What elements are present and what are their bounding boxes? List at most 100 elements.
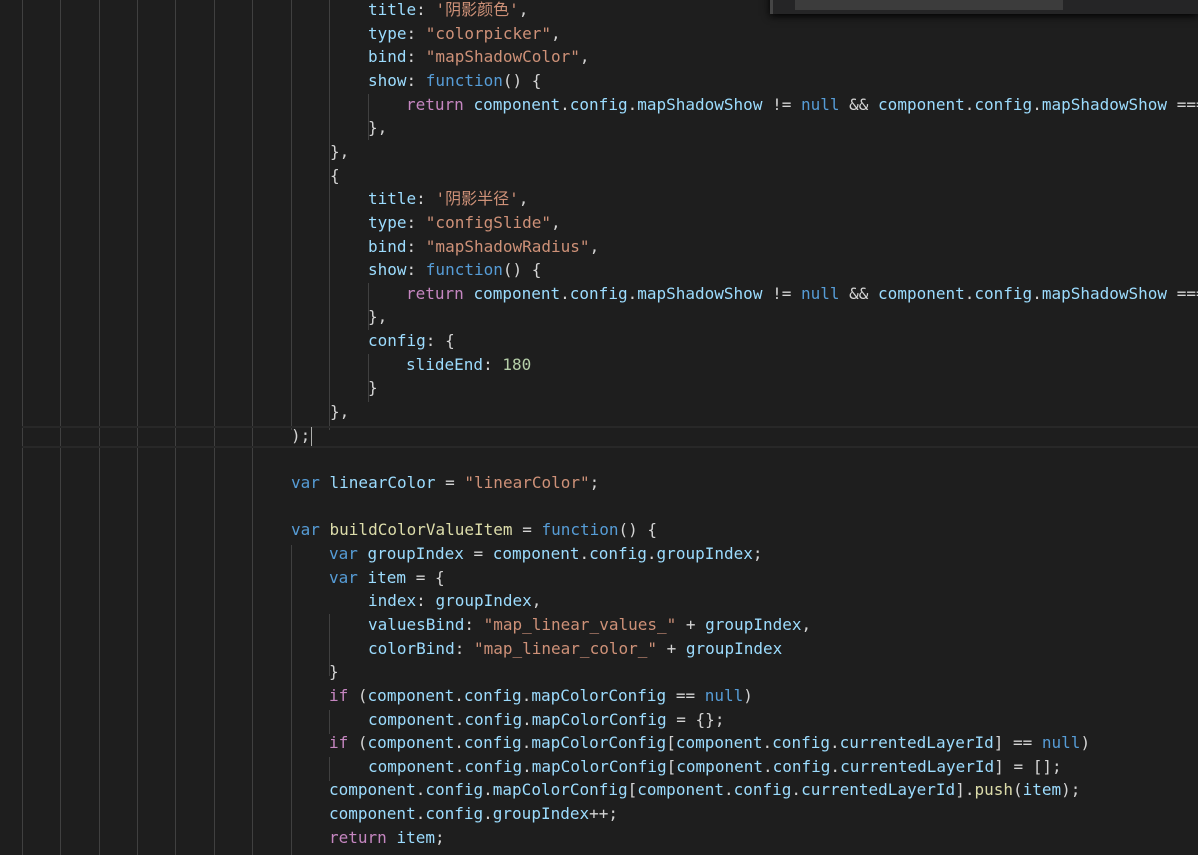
code-token: : { bbox=[425, 331, 455, 351]
code-token: . bbox=[522, 709, 532, 729]
code-token: : bbox=[416, 189, 436, 209]
code-line[interactable]: bind: "mapShadowRadius", bbox=[368, 235, 599, 258]
code-token: ; bbox=[752, 543, 763, 563]
code-line[interactable]: valuesBind: "map_linear_values_" + group… bbox=[368, 613, 811, 636]
code-editor[interactable]: title: '阴影颜色', type: "colorpicker", bind: … bbox=[0, 0, 1198, 855]
code-token: . bbox=[762, 733, 773, 753]
code-token: ; bbox=[434, 827, 445, 847]
code-line[interactable]: title: '阴影颜色', bbox=[368, 0, 528, 21]
code-token: = bbox=[406, 567, 435, 587]
code-token: config bbox=[569, 283, 628, 303]
code-line[interactable]: } bbox=[329, 660, 339, 683]
code-line[interactable]: var item = { bbox=[329, 566, 445, 589]
code-token: }, bbox=[330, 402, 350, 422]
code-token: function bbox=[425, 260, 503, 280]
code-line[interactable]: slideEnd: 180 bbox=[406, 353, 531, 376]
code-line[interactable]: }, bbox=[368, 116, 387, 139]
code-line[interactable]: component.config.mapColorConfig[componen… bbox=[329, 778, 1080, 801]
code-line[interactable]: type: "configSlide", bbox=[368, 211, 561, 234]
code-line[interactable]: ); bbox=[291, 424, 313, 447]
code-token: . bbox=[454, 733, 464, 753]
code-token: ( bbox=[357, 685, 368, 705]
code-token: : bbox=[454, 638, 474, 658]
code-line[interactable]: var linearColor = "linearColor"; bbox=[291, 471, 599, 494]
code-token: mapShadowShow bbox=[637, 283, 763, 303]
code-token: "mapShadowColor" bbox=[425, 47, 580, 67]
code-token: }, bbox=[368, 307, 388, 327]
code-token: []; bbox=[1032, 756, 1062, 776]
code-token: var bbox=[329, 567, 368, 587]
code-line[interactable]: show: function() { bbox=[368, 258, 541, 281]
find-widget[interactable] bbox=[770, 0, 1198, 14]
code-line[interactable]: }, bbox=[330, 400, 349, 423]
indent-guide bbox=[291, 545, 292, 855]
code-line[interactable]: component.config.mapColorConfig[componen… bbox=[368, 755, 1062, 778]
code-token: . bbox=[454, 756, 465, 776]
code-token: , bbox=[531, 591, 542, 611]
code-token: == bbox=[666, 685, 705, 705]
code-token: null bbox=[704, 685, 744, 705]
find-input[interactable] bbox=[795, 0, 1063, 10]
code-token: config bbox=[464, 756, 523, 776]
indent-guide bbox=[329, 757, 330, 781]
code-token: if bbox=[329, 685, 358, 705]
code-token: groupIndex bbox=[685, 638, 783, 658]
code-line[interactable]: type: "colorpicker", bbox=[368, 22, 561, 45]
code-token: mapColorConfig bbox=[531, 733, 667, 753]
code-token: : bbox=[483, 354, 503, 374]
code-line[interactable]: if (component.config.mapColorConfig[comp… bbox=[329, 731, 1090, 754]
code-token: . bbox=[829, 733, 840, 753]
code-token: config bbox=[368, 331, 426, 351]
code-line[interactable]: show: function() { bbox=[368, 69, 541, 92]
code-token: , bbox=[518, 189, 529, 209]
code-token: valuesBind bbox=[368, 614, 465, 634]
code-token: index bbox=[368, 591, 417, 611]
code-line[interactable]: title: '阴影半径', bbox=[368, 187, 528, 210]
code-line[interactable]: return component.config.mapShadowShow !=… bbox=[406, 93, 1198, 116]
code-token: component bbox=[473, 283, 561, 303]
code-line[interactable]: var buildColorValueItem = function() { bbox=[291, 518, 657, 541]
code-token: = bbox=[512, 520, 542, 540]
code-token: ) bbox=[1080, 733, 1091, 753]
code-token: . bbox=[762, 756, 773, 776]
code-line[interactable]: var groupIndex = component.config.groupI… bbox=[329, 542, 763, 565]
code-token: } bbox=[329, 662, 339, 682]
code-token: : bbox=[406, 70, 426, 90]
code-token: groupIndex bbox=[705, 614, 802, 634]
code-line[interactable]: { bbox=[330, 164, 340, 187]
code-token: = bbox=[463, 543, 493, 563]
code-line[interactable]: }, bbox=[330, 140, 349, 163]
code-token: , bbox=[518, 0, 529, 19]
code-line[interactable]: }, bbox=[368, 305, 387, 328]
code-token: component bbox=[492, 543, 580, 563]
code-line[interactable]: if (component.config.mapColorConfig == n… bbox=[329, 684, 753, 707]
code-token: "linearColor" bbox=[464, 473, 590, 492]
code-token: slideEnd bbox=[406, 354, 484, 374]
code-line[interactable]: return item; bbox=[329, 826, 445, 849]
code-line[interactable]: bind: "mapShadowColor", bbox=[368, 45, 590, 68]
code-line[interactable]: index: groupIndex, bbox=[368, 589, 541, 612]
code-token: config bbox=[974, 283, 1033, 303]
code-token: item bbox=[367, 567, 407, 587]
code-token: type bbox=[368, 212, 407, 232]
code-token: component bbox=[367, 685, 455, 705]
code-token: mapColorConfig bbox=[492, 780, 628, 800]
code-token: "configSlide" bbox=[425, 212, 552, 232]
code-token: . bbox=[723, 780, 734, 800]
code-line[interactable]: component.config.groupIndex++; bbox=[329, 802, 618, 825]
code-token: [ bbox=[627, 780, 638, 800]
code-token: title bbox=[368, 0, 417, 19]
code-token: config bbox=[425, 804, 484, 824]
code-line[interactable]: component.config.mapColorConfig = {}; bbox=[368, 708, 724, 731]
code-line[interactable]: config: { bbox=[368, 329, 455, 352]
code-token: component bbox=[368, 756, 455, 776]
code-token: { bbox=[330, 165, 340, 185]
code-line[interactable]: colorBind: "map_linear_color_" + groupIn… bbox=[368, 637, 782, 660]
code-token: config bbox=[772, 733, 830, 753]
code-line[interactable]: return component.config.mapShadowShow !=… bbox=[406, 282, 1198, 305]
code-token: . bbox=[454, 685, 464, 705]
code-token: = bbox=[666, 709, 696, 729]
code-token: : bbox=[406, 260, 426, 280]
code-line[interactable]: } bbox=[368, 376, 378, 399]
code-token: . bbox=[560, 283, 570, 303]
